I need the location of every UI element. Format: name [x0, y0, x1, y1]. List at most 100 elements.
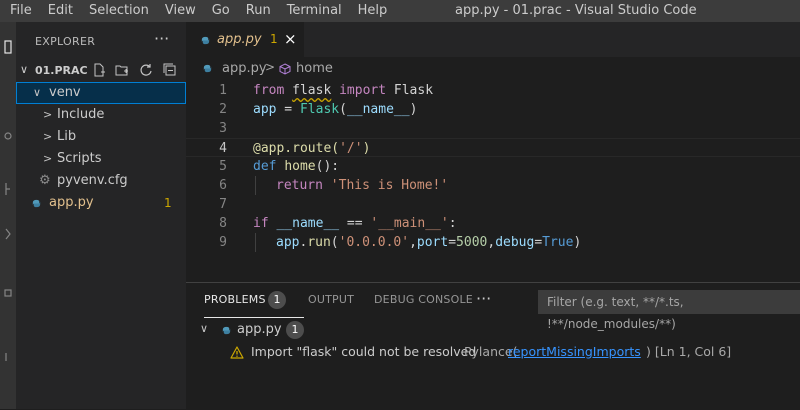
tree-item-label: Scripts — [57, 151, 102, 166]
function-name: home — [284, 159, 316, 174]
problem-count-badge: 1 — [164, 196, 172, 210]
line-number: 4 — [219, 141, 227, 156]
module-name-with-warning[interactable]: flask — [292, 83, 331, 98]
explorer-activity-icon[interactable] — [4, 40, 12, 54]
string: '0.0.0.0' — [338, 235, 410, 250]
operator: = — [276, 102, 300, 117]
menu-edit[interactable]: Edit — [40, 0, 81, 22]
extensions-activity-icon[interactable] — [4, 287, 12, 301]
punct: ( — [339, 102, 347, 117]
line-number: 7 — [219, 197, 227, 212]
punct: ( — [330, 235, 339, 250]
problem-file-group[interactable]: ∨ app.py 1 — [186, 319, 800, 341]
operator: = — [534, 235, 543, 250]
source-control-activity-icon[interactable] — [4, 182, 12, 196]
problem-file-count-badge: 1 — [286, 321, 304, 339]
tree-item-lib[interactable]: > Lib — [16, 126, 186, 148]
imported-name: Flask — [393, 83, 434, 98]
keyword-arg: port — [416, 235, 449, 250]
decorator: @app.route( — [253, 141, 340, 156]
menu-view[interactable]: View — [157, 0, 204, 22]
tab-app-py[interactable]: app.py 1 × — [186, 22, 304, 57]
warning-icon — [230, 346, 244, 359]
line-number: 3 — [219, 121, 227, 136]
punct: , — [409, 235, 417, 250]
activity-bar — [0, 22, 16, 409]
keyword: from — [253, 83, 285, 98]
keyword: def — [253, 159, 277, 174]
menu-help[interactable]: Help — [350, 0, 396, 22]
punct: (): — [315, 159, 340, 174]
code-line: 7 — [186, 195, 800, 214]
code-line: 9 app.run('0.0.0.0',port=5000,debug=True… — [186, 233, 800, 252]
breadcrumb-file[interactable]: app.py — [222, 61, 267, 76]
problem-location: ) [Ln 1, Col 6] — [646, 344, 731, 359]
problem-line-col: [Ln 1, Col 6] — [654, 344, 732, 359]
punct: ) — [362, 141, 371, 156]
bottom-panel: PROBLEMS 1 OUTPUT DEBUG CONSOLE ··· Filt… — [186, 282, 800, 410]
keyword: return — [276, 178, 323, 193]
workspace-folder-header[interactable]: ∨ 01.PRAC — [16, 60, 186, 82]
tree-item-venv[interactable]: ∨ venv — [16, 82, 186, 104]
tab-debug-console[interactable]: DEBUG CONSOLE — [374, 293, 473, 306]
explorer-header: EXPLORER ··· — [16, 22, 186, 62]
code-line: 8 if __name__ == '__main__': — [186, 214, 800, 233]
problem-item[interactable]: Import "flask" could not be resolved Pyl… — [186, 341, 800, 363]
search-activity-icon[interactable] — [4, 130, 12, 144]
code-text: from flask import Flask — [253, 81, 433, 100]
editor-group: app.py 1 × app.py > home 1 from flask im… — [186, 22, 800, 282]
tab-problems[interactable]: PROBLEMS — [204, 293, 266, 306]
problem-message: Import "flask" could not be resolved — [251, 344, 477, 359]
remote-activity-icon[interactable] — [4, 350, 12, 364]
code-line: 3 — [186, 119, 800, 138]
run-activity-icon[interactable] — [4, 227, 12, 241]
python-icon — [203, 64, 212, 73]
tree-item-include[interactable]: > Include — [16, 104, 186, 126]
chevron-right-icon: > — [43, 108, 53, 121]
code-text: app.run('0.0.0.0',port=5000,debug=True) — [276, 233, 581, 252]
line-number: 8 — [219, 216, 227, 231]
tree-item-label: Include — [57, 107, 105, 122]
close-icon[interactable]: × — [284, 30, 297, 48]
breadcrumb-symbol[interactable]: home — [296, 61, 333, 76]
editor-tabs: app.py 1 × — [186, 22, 800, 57]
code-line: 5 def home(): — [186, 157, 800, 176]
menu-go[interactable]: Go — [204, 0, 238, 22]
breadcrumb: app.py > home — [186, 57, 800, 79]
tab-problem-badge: 1 — [270, 32, 278, 46]
collapse-all-icon[interactable] — [162, 62, 178, 78]
chevron-right-icon: > — [43, 130, 53, 143]
variable: __name__ — [346, 102, 410, 117]
menu-selection[interactable]: Selection — [81, 0, 157, 22]
python-icon — [201, 36, 210, 45]
workspace-folder-name: 01.PRAC — [35, 64, 88, 77]
keyword-arg: debug — [495, 235, 535, 250]
tree-item-scripts[interactable]: > Scripts — [16, 148, 186, 170]
code-text: return 'This is Home!' — [276, 176, 448, 195]
menu-terminal[interactable]: Terminal — [279, 0, 350, 22]
menu-run[interactable]: Run — [238, 0, 279, 22]
tree-item-pyvenv-cfg[interactable]: ⚙ pyvenv.cfg — [16, 170, 186, 192]
gear-icon: ⚙ — [39, 173, 51, 188]
active-tab-indicator — [204, 317, 304, 318]
tab-output[interactable]: OUTPUT — [308, 293, 354, 306]
punct: ) — [409, 102, 418, 117]
code-text: if __name__ == '__main__': — [253, 214, 457, 233]
line-number: 9 — [219, 235, 227, 250]
refresh-icon[interactable] — [138, 62, 154, 78]
panel-more-actions[interactable]: ··· — [476, 289, 491, 308]
problems-filter-input[interactable]: Filter (e.g. text, **/*.ts, !**/node_mod… — [538, 290, 800, 331]
problem-rule-link[interactable]: reportMissingImports — [508, 344, 641, 359]
problems-count-badge: 1 — [268, 291, 286, 309]
explorer-more-actions[interactable]: ··· — [154, 29, 169, 48]
indent-guide — [255, 176, 256, 195]
new-file-icon[interactable] — [91, 62, 107, 78]
code-text: app = Flask(__name__) — [253, 100, 417, 119]
code-editor[interactable]: 1 from flask import Flask 2 app = Flask(… — [186, 79, 800, 279]
tree-item-app-py[interactable]: app.py 1 — [16, 192, 186, 214]
new-folder-icon[interactable] — [114, 62, 130, 78]
chevron-down-icon: ∨ — [33, 86, 42, 99]
variable: app — [276, 235, 300, 250]
menu-file[interactable]: File — [0, 0, 40, 22]
string: '__main__' — [370, 216, 449, 231]
